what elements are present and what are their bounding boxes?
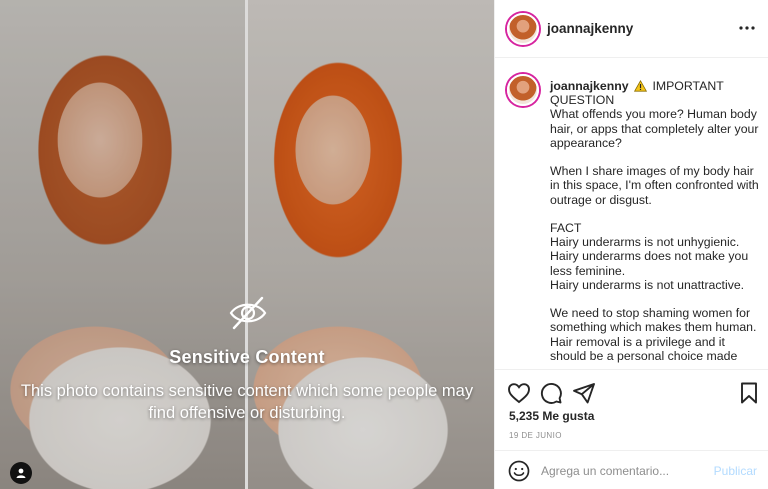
heart-icon[interactable]: [507, 381, 531, 405]
publish-button[interactable]: Publicar: [714, 464, 757, 478]
post-media[interactable]: Sensitive Content This photo contains se…: [0, 0, 494, 489]
caption-scroll-area[interactable]: joannajkenny IMPORTANT QUESTION What off…: [495, 59, 768, 369]
post-side-panel: joannajkenny joannajkenny IMPORTANT QUES…: [494, 0, 768, 489]
user-icon: [16, 468, 26, 478]
comment-icon[interactable]: [539, 381, 563, 405]
caption-line: Hairy underarms is not unattractive.: [550, 277, 745, 292]
caption-line: We need to stop shaming women for someth…: [550, 306, 757, 363]
tagged-users-button[interactable]: [10, 462, 32, 484]
avatar[interactable]: [507, 13, 539, 45]
post-actions: 5,235 Me gusta 19 DE JUNIO: [495, 369, 768, 449]
comment-input[interactable]: [541, 461, 701, 481]
caption-text: joannajkenny IMPORTANT QUESTION What off…: [550, 79, 760, 363]
caption-line: Hairy underarms is not unhygienic.: [550, 235, 740, 250]
warning-icon: [634, 80, 648, 92]
caption-avatar[interactable]: [507, 74, 539, 106]
bookmark-icon[interactable]: [737, 381, 761, 405]
more-options-button[interactable]: [735, 18, 759, 38]
sensitive-content-title: Sensitive Content: [169, 347, 325, 367]
caption-username[interactable]: joannajkenny: [550, 79, 629, 93]
emoji-icon[interactable]: [508, 460, 530, 482]
share-icon[interactable]: [572, 381, 596, 405]
more-horizontal-icon: [739, 26, 755, 30]
sensitive-content-description: This photo contains sensitive content wh…: [20, 382, 474, 422]
likes-count[interactable]: 5,235 Me gusta: [509, 409, 594, 423]
caption-line: FACT: [550, 221, 582, 235]
caption-line: When I share images of my body hair in t…: [550, 164, 759, 207]
caption-line: Hairy underarms does not make you less f…: [550, 249, 749, 278]
header-username[interactable]: joannajkenny: [547, 21, 633, 36]
eye-slash-icon: [229, 296, 267, 330]
caption-line: What offends you more? Human body hair, …: [550, 107, 759, 150]
comment-bar: Publicar: [495, 450, 768, 489]
post-date[interactable]: 19 DE JUNIO: [509, 431, 562, 440]
post-header: joannajkenny: [495, 0, 768, 58]
